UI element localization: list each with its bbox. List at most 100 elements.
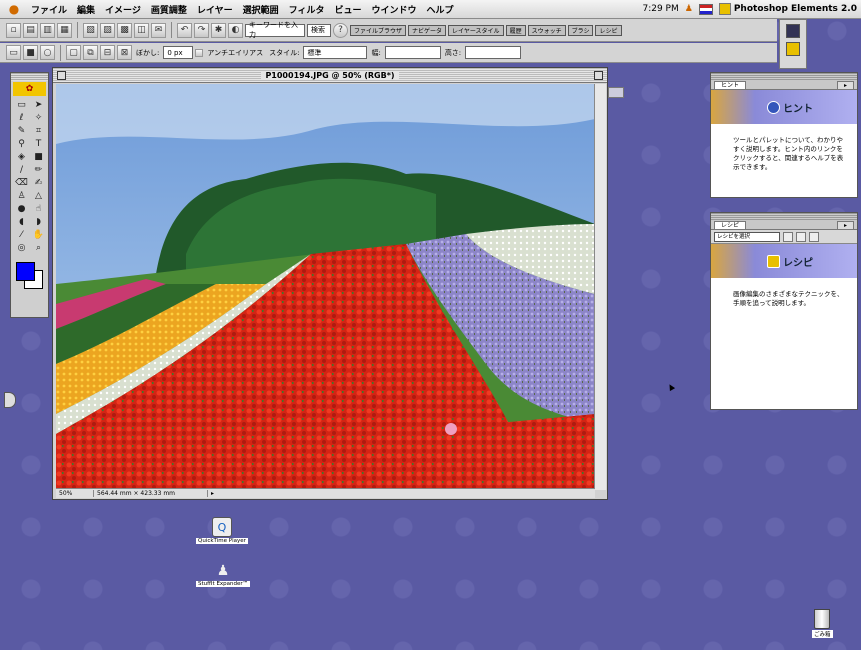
email-icon[interactable]: ✉	[151, 22, 166, 38]
zoom-tool-icon[interactable]: ⚲	[14, 138, 29, 150]
stuffit-desktop-icon[interactable]: ♟ StuffIt Expander™	[196, 562, 251, 587]
ellipse-marquee-icon[interactable]: ○	[40, 45, 55, 60]
vertical-scrollbar[interactable]	[594, 84, 606, 490]
recipes-home-icon[interactable]	[783, 231, 793, 242]
new-selection-icon[interactable]: ▢	[66, 45, 81, 60]
menu-enhance[interactable]: 画質調整	[146, 3, 192, 16]
blur-tool-icon[interactable]: △	[31, 190, 46, 202]
foreground-color-swatch[interactable]	[16, 262, 35, 281]
marquee-shape-icon[interactable]: ▭	[6, 45, 21, 60]
application-menu[interactable]: Photoshop Elements 2.0	[718, 3, 857, 15]
feather-input[interactable]: 0 px	[163, 46, 194, 59]
collapsed-drawer-tab[interactable]	[4, 392, 16, 408]
move-tool-icon[interactable]: ➤	[31, 99, 46, 111]
add-selection-icon[interactable]: ⧉	[83, 45, 98, 60]
color-variations-icon[interactable]: ◐	[228, 22, 243, 38]
eyedropper-tool-icon[interactable]: ⁄	[14, 229, 29, 241]
import-icon[interactable]: ▦	[57, 22, 72, 38]
clone-stamp-tool-icon[interactable]: ♙	[14, 190, 29, 202]
apple-menu-icon[interactable]: ●	[6, 2, 22, 16]
menu-view[interactable]: ビュー	[329, 3, 366, 16]
magic-wand-tool-icon[interactable]: ✧	[31, 112, 46, 124]
shape-tool-icon[interactable]: ■	[31, 151, 46, 163]
sponge-tool-icon[interactable]: ●	[14, 203, 29, 215]
close-box-icon[interactable]	[57, 71, 66, 80]
quick-fix-icon[interactable]: ✱	[211, 22, 226, 38]
hints-more-button[interactable]: ▸	[836, 81, 854, 89]
burn-tool-icon[interactable]: ◗	[31, 216, 46, 228]
palette-tab-navigator[interactable]: ナビゲータ	[408, 24, 447, 36]
width-input[interactable]	[384, 46, 441, 59]
palette-tab-brushes[interactable]: ブラシ	[567, 24, 594, 36]
menu-image[interactable]: イメージ	[100, 3, 146, 16]
zoom-level[interactable]: 50%	[56, 490, 94, 497]
intersect-selection-icon[interactable]: ⊠	[117, 45, 132, 60]
smudge-tool-icon[interactable]: ☝	[31, 203, 46, 215]
palette-tab-file-browser[interactable]: ファイルブラウザ	[350, 24, 407, 36]
user-icon[interactable]: ♟	[685, 4, 693, 14]
document-titlebar[interactable]: P1000194.JPG @ 50% (RGB*)	[53, 68, 607, 83]
palette-tab-swatches[interactable]: スウォッチ	[527, 24, 566, 36]
menubar-clock[interactable]: 7:29 PM	[642, 4, 678, 14]
recipes-back-icon[interactable]	[796, 231, 806, 242]
pencil-tool-icon[interactable]: ✏	[31, 164, 46, 176]
hand-tool-icon[interactable]: ✋	[31, 229, 46, 241]
browse-icon[interactable]: ▥	[40, 22, 55, 38]
keyboard-flag-icon[interactable]	[698, 3, 713, 15]
help-search-button[interactable]: 検索	[307, 23, 331, 37]
hints-palette-titlebar[interactable]	[711, 73, 857, 80]
lightbulb-icon[interactable]	[786, 42, 800, 56]
recipes-more-button[interactable]: ▸	[836, 221, 854, 229]
red-eye-tool-icon[interactable]: ◎	[14, 242, 29, 254]
eraser-tool-icon[interactable]: ⌫	[14, 177, 29, 189]
photo-canvas[interactable]	[56, 84, 595, 490]
lasso-tool-icon[interactable]: ℓ	[14, 112, 29, 124]
step-forward-icon[interactable]: ↷	[194, 22, 209, 38]
help-search-input[interactable]: キーワードを入力	[245, 21, 305, 39]
rect-marquee-icon[interactable]: ■	[23, 45, 38, 60]
hints-tab[interactable]: ヒント	[714, 81, 747, 89]
palette-tab-recipes[interactable]: レシピ	[595, 24, 622, 36]
impressionist-brush-icon[interactable]: ✍	[31, 177, 46, 189]
palette-tab-layer-styles[interactable]: レイヤースタイル	[448, 24, 504, 36]
toggle-palette-icon[interactable]	[786, 24, 800, 38]
collapsed-window-tab[interactable]	[608, 87, 624, 98]
help-icon[interactable]: ?	[333, 22, 348, 38]
elements-logo-icon[interactable]: ✿	[13, 82, 46, 96]
open-icon[interactable]: ▤	[23, 22, 38, 38]
height-input[interactable]	[465, 46, 522, 59]
status-menu-arrow-icon[interactable]: ▸	[208, 490, 214, 497]
save-icon[interactable]: ▧	[83, 22, 98, 38]
recipes-select[interactable]: レシピを選択	[714, 231, 780, 242]
recipes-palette-titlebar[interactable]	[711, 213, 857, 220]
menu-filter[interactable]: フィルタ	[284, 3, 330, 16]
print-preview-icon[interactable]: ◫	[134, 22, 149, 38]
style-select[interactable]: 標準	[303, 46, 368, 59]
menu-select[interactable]: 選択範囲	[238, 3, 284, 16]
palette-tab-history[interactable]: 履歴	[505, 24, 526, 36]
marquee-tool-icon[interactable]: ▭	[14, 99, 29, 111]
step-backward-icon[interactable]: ↶	[177, 22, 192, 38]
recipes-forward-icon[interactable]	[809, 231, 819, 242]
print-icon[interactable]: ▩	[117, 22, 132, 38]
antialias-checkbox[interactable]	[195, 48, 204, 57]
trash-desktop-icon[interactable]: ごみ箱	[812, 609, 833, 638]
menu-file[interactable]: ファイル	[26, 3, 72, 16]
quicktime-desktop-icon[interactable]: Q QuickTime Player	[196, 517, 248, 544]
recipes-tab[interactable]: レシピ	[714, 221, 747, 229]
selection-brush-tool-icon[interactable]: ✎	[14, 125, 29, 137]
magnify-tool-icon[interactable]: ⌕	[31, 242, 46, 254]
type-tool-icon[interactable]: T	[31, 138, 46, 150]
menu-layer[interactable]: レイヤー	[192, 3, 238, 16]
menu-edit[interactable]: 編集	[72, 3, 100, 16]
brush-tool-icon[interactable]: ∕	[14, 164, 29, 176]
paint-bucket-tool-icon[interactable]: ◈	[14, 151, 29, 163]
zoom-box-icon[interactable]	[594, 71, 603, 80]
save-for-web-icon[interactable]: ▨	[100, 22, 115, 38]
menu-help[interactable]: ヘルプ	[421, 3, 458, 16]
new-file-icon[interactable]: ▫	[6, 22, 21, 38]
dodge-tool-icon[interactable]: ◖	[14, 216, 29, 228]
subtract-selection-icon[interactable]: ⊟	[100, 45, 115, 60]
tools-palette-titlebar[interactable]	[11, 73, 48, 81]
menu-window[interactable]: ウインドウ	[366, 3, 421, 16]
